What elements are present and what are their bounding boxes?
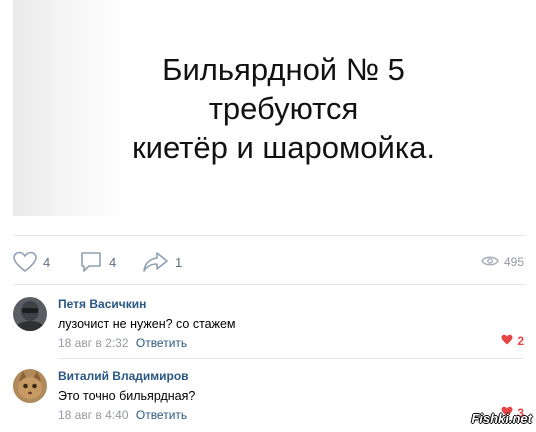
comment-author[interactable]: Петя Васичкин	[58, 297, 524, 311]
comment-button[interactable]: 4	[79, 250, 116, 274]
like-count: 4	[43, 254, 51, 270]
post-image[interactable]: Бильярдной № 5 требуются киетёр и шаромо…	[13, 0, 524, 216]
comment-text: Это точно бильярдная?	[58, 389, 196, 403]
heart-outline-icon	[13, 251, 37, 273]
comment-date[interactable]: 18 авг в 4:40	[58, 408, 129, 422]
comment-icon	[79, 250, 103, 274]
post-image-line-3: киетёр и шаромойка.	[132, 129, 435, 165]
comment-like-count: 2	[517, 334, 524, 348]
reply-link[interactable]: Ответить	[136, 408, 187, 422]
comment-count: 4	[109, 254, 117, 270]
post-actions-bar: 4 4 1 495	[13, 250, 524, 274]
view-count: 495	[503, 255, 524, 269]
avatar[interactable]	[13, 369, 47, 403]
share-icon	[143, 251, 169, 273]
share-button[interactable]: 1	[143, 250, 182, 274]
like-button[interactable]: 4	[13, 250, 50, 274]
views-counter: 495	[481, 250, 524, 274]
comment-item: Виталий Владимиров Это точно бильярдная?…	[13, 369, 524, 425]
comment-author[interactable]: Виталий Владимиров	[58, 369, 524, 383]
eye-icon	[481, 255, 499, 270]
comment-date[interactable]: 18 авг в 2:32	[58, 336, 129, 350]
post-image-line-1: Бильярдной № 5	[162, 51, 405, 87]
divider	[13, 235, 524, 236]
reply-link[interactable]: Ответить	[136, 336, 187, 350]
comment-item: Петя Васичкин лузочист не нужен? со стаж…	[13, 297, 524, 353]
comment-like-button[interactable]: 2	[501, 334, 524, 348]
post-image-line-2: требуются	[208, 90, 359, 126]
share-count: 1	[175, 254, 183, 270]
divider	[13, 284, 524, 285]
watermark: Fishki.net	[471, 411, 532, 426]
heart-icon	[501, 334, 513, 348]
divider	[58, 358, 524, 359]
comment-text: лузочист не нужен? со стажем	[58, 317, 236, 331]
avatar[interactable]	[13, 297, 47, 331]
